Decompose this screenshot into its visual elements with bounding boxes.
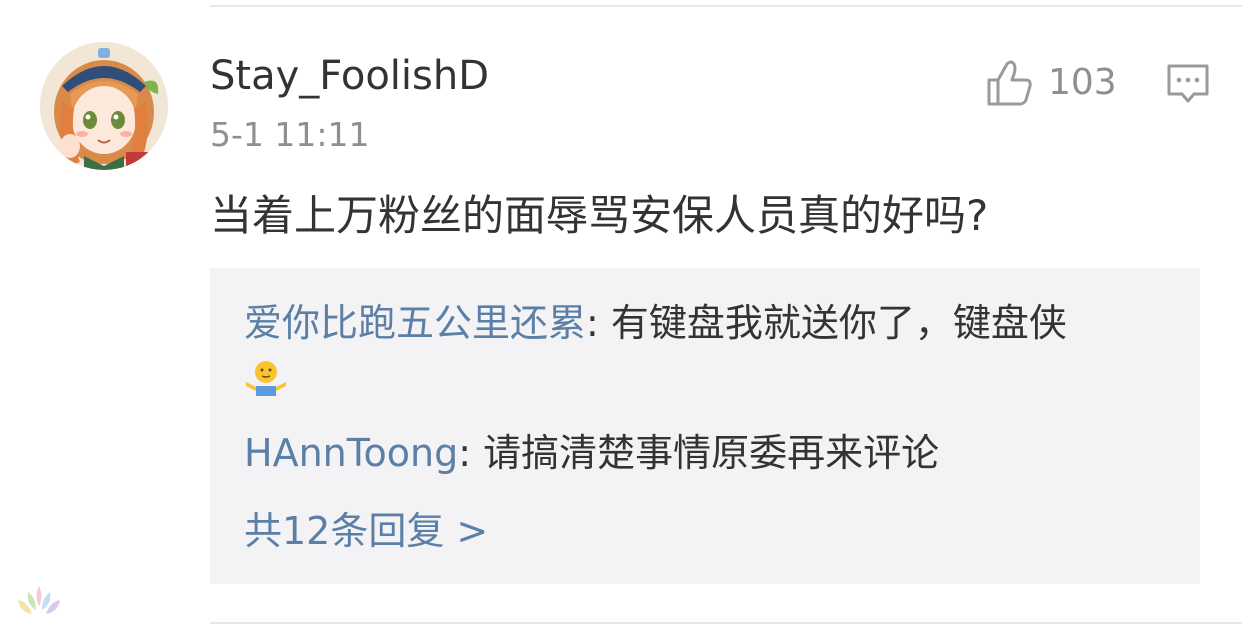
reply-text: 请搞清楚事情原委再来评论	[483, 431, 940, 475]
replies-box: 爱你比跑五公里还累: 有键盘我就送你了，键盘侠 HAnnToong: 请搞清楚事…	[210, 268, 1200, 584]
timestamp: 5-1 11:11	[210, 115, 370, 154]
top-divider	[210, 5, 1242, 7]
more-replies-link[interactable]: 共12条回复 >	[244, 506, 488, 556]
reply-button[interactable]	[1164, 60, 1212, 106]
reply-emoji-line	[244, 348, 1174, 406]
reply-item: 爱你比跑五公里还累: 有键盘我就送你了，键盘侠	[244, 298, 1174, 406]
like-button[interactable]: 103	[985, 55, 1117, 111]
reply-separator: :	[458, 431, 484, 475]
reply-item: HAnnToong: 请搞清楚事情原委再来评论	[244, 428, 939, 478]
thumbs-up-icon	[987, 60, 1032, 106]
comment-card: Stay_FoolishD 5-1 11:11 103 当着上万粉丝的面辱骂安保…	[0, 0, 1242, 629]
reply-separator: :	[586, 301, 611, 345]
avatar[interactable]	[40, 42, 168, 170]
username[interactable]: Stay_FoolishD	[210, 52, 489, 100]
watermark-logo	[18, 586, 60, 614]
comment-bubble-icon	[1167, 64, 1209, 103]
reply-author[interactable]: HAnnToong	[244, 431, 458, 475]
reply-text: 有键盘我就送你了，键盘侠	[610, 301, 1067, 345]
comment-text: 当着上万粉丝的面辱骂安保人员真的好吗?	[210, 191, 989, 240]
like-count: 103	[1048, 62, 1117, 103]
shrug-emoji	[246, 361, 286, 396]
reply-author[interactable]: 爱你比跑五公里还累	[244, 301, 586, 345]
avatar-image	[40, 42, 168, 170]
bottom-divider	[210, 622, 1242, 624]
